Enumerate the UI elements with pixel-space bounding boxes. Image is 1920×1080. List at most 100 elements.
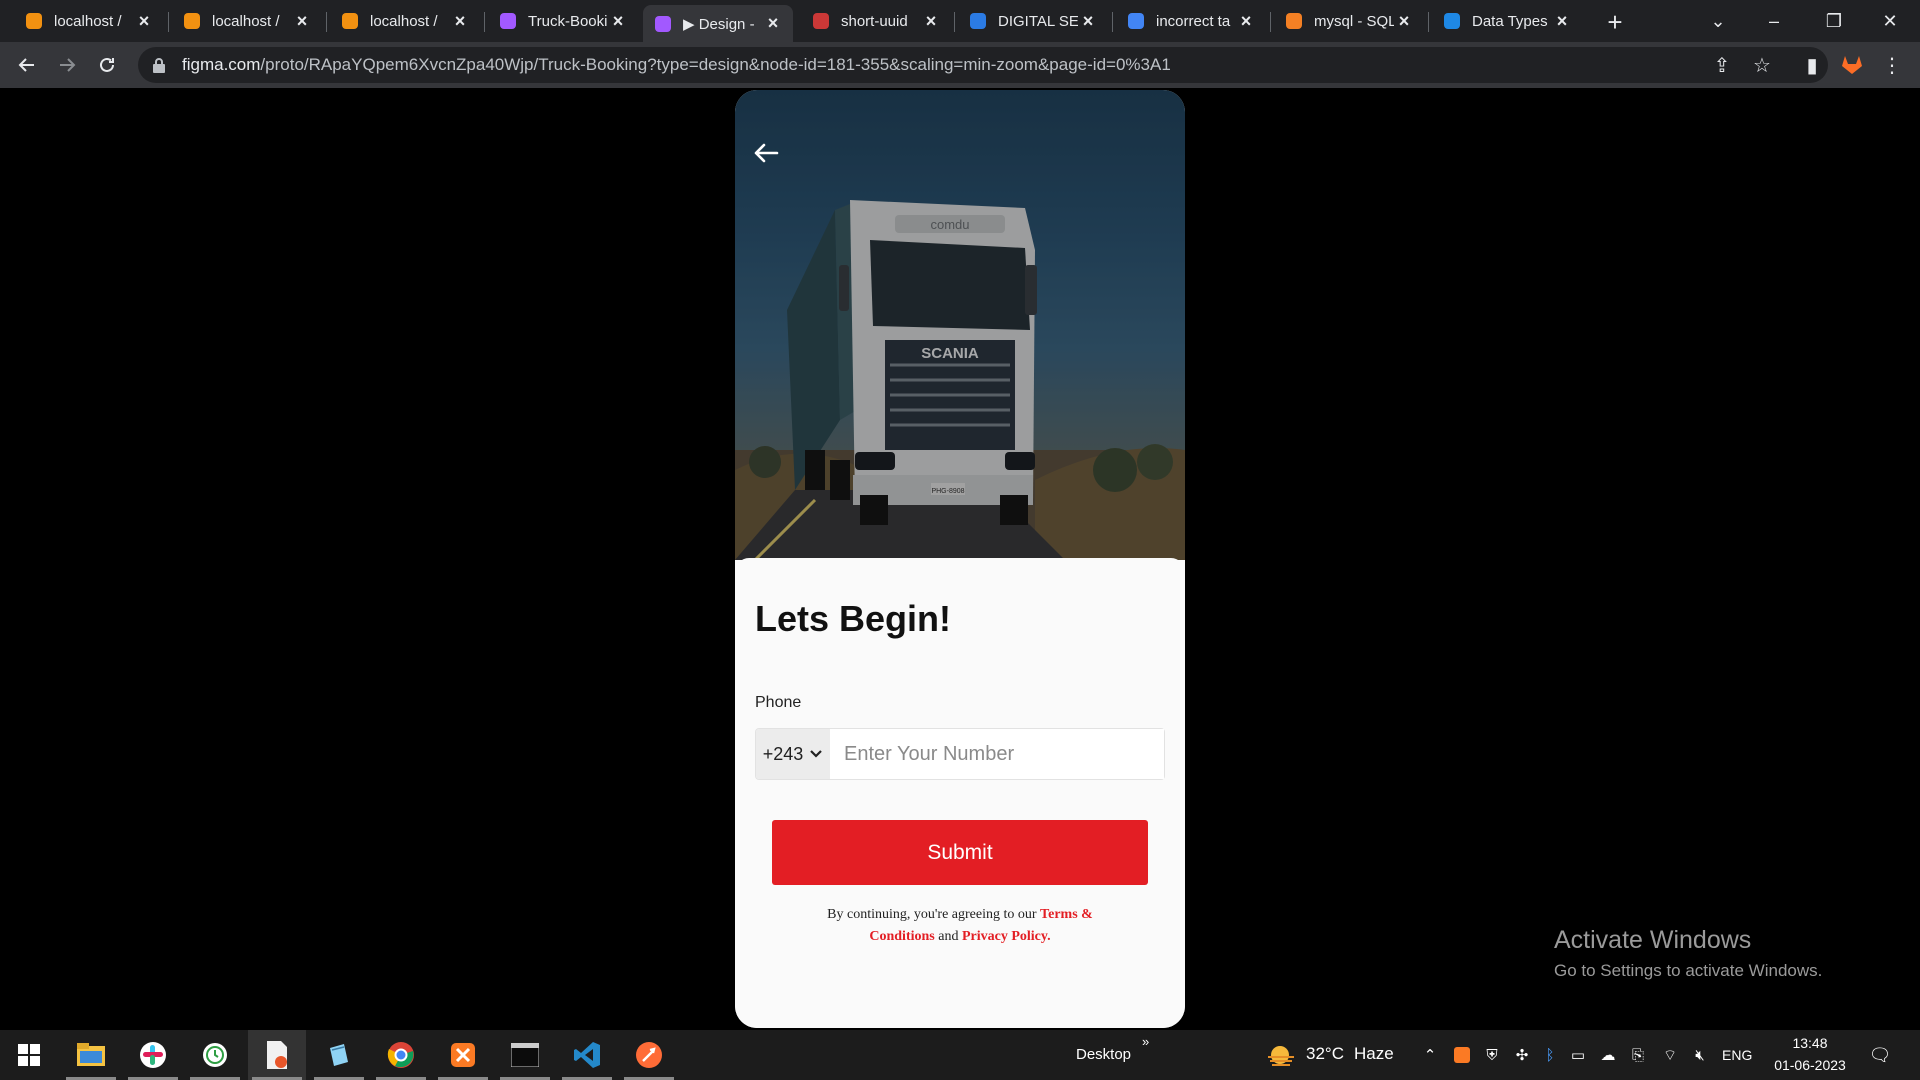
page-viewport: comdu SCANIA PHG-8908 Lets Begin! Phone …: [0, 88, 1920, 1030]
terminal-icon: [511, 1043, 539, 1067]
phpmyadmin-icon: [182, 11, 202, 31]
browser-tab[interactable]: incorrect ta ×: [1116, 4, 1266, 38]
bluetooth-icon[interactable]: ᛒ: [1540, 1045, 1560, 1065]
taskbar-document-app[interactable]: [248, 1030, 306, 1080]
browser-tab[interactable]: localhost / ×: [330, 4, 480, 38]
windows-start-icon: [18, 1044, 40, 1066]
document-app-icon: [267, 1041, 287, 1069]
back-button[interactable]: [11, 49, 43, 81]
xampp-icon: [451, 1043, 475, 1067]
submit-button[interactable]: Submit: [772, 820, 1148, 885]
browser-tab[interactable]: DIGITAL SEI ×: [958, 4, 1108, 38]
tab-close-icon[interactable]: ×: [1078, 11, 1098, 31]
address-bar[interactable]: figma.com/proto/RApaYQpem6XvcnZpa40Wjp/T…: [138, 47, 1828, 83]
browser-tab[interactable]: ▶ Design - ×: [643, 5, 793, 42]
browser-tab[interactable]: mysql - SQL ×: [1274, 4, 1424, 38]
browser-tab-bar: localhost / × localhost / × localhost / × Truc…: [0, 0, 1920, 42]
taskbar-slack[interactable]: [124, 1030, 182, 1080]
tab-close-icon[interactable]: ×: [608, 11, 628, 31]
cloud-sync-icon[interactable]: ☁: [1598, 1045, 1618, 1065]
forward-button[interactable]: [51, 49, 83, 81]
tab-title: localhost /: [212, 12, 280, 30]
browser-tab[interactable]: short-uuid ×: [801, 4, 951, 38]
tab-separator: [484, 12, 485, 32]
tab-search-icon[interactable]: ⌄: [1690, 4, 1746, 38]
clock-app-icon: [203, 1043, 227, 1067]
wifi-icon[interactable]: ⌔: [1660, 1045, 1680, 1065]
taskbar-notepad[interactable]: [310, 1030, 368, 1080]
phpmyadmin-icon: [340, 11, 360, 31]
tab-close-icon[interactable]: ×: [1394, 11, 1414, 31]
side-panel-icon[interactable]: ▮: [1798, 51, 1826, 79]
npm-icon: [811, 11, 831, 31]
tab-separator: [1270, 12, 1271, 32]
taskbar-chrome[interactable]: [372, 1030, 430, 1080]
tab-close-icon[interactable]: ×: [450, 11, 470, 31]
share-icon[interactable]: ⇪: [1708, 51, 1736, 79]
taskbar-clock-app[interactable]: [186, 1030, 244, 1080]
browser-tab[interactable]: localhost / ×: [14, 4, 164, 38]
menu-kebab-icon[interactable]: ⋮: [1878, 51, 1906, 79]
privacy-link[interactable]: Privacy Policy.: [962, 929, 1051, 944]
tab-separator: [326, 12, 327, 32]
chrome-icon: [387, 1042, 414, 1068]
postman-icon: [636, 1042, 662, 1068]
taskbar-file-explorer[interactable]: [62, 1030, 120, 1080]
taskbar-vscode[interactable]: [558, 1030, 616, 1080]
tab-separator: [954, 12, 955, 32]
weather-icon[interactable]: [1266, 1045, 1296, 1066]
close-window-icon[interactable]: ✕: [1862, 4, 1918, 38]
taskbar-postman[interactable]: [620, 1030, 678, 1080]
show-hidden-icons-chevron-icon[interactable]: ⌃: [1420, 1045, 1440, 1065]
meet-now-icon[interactable]: ⎘: [1628, 1045, 1648, 1065]
desktop-toolbar-label[interactable]: Desktop: [1076, 1046, 1131, 1063]
browser-tab[interactable]: Truck-Booki ×: [488, 4, 638, 38]
security-shield-icon[interactable]: ⛨: [1482, 1045, 1502, 1065]
reload-button[interactable]: [91, 49, 123, 81]
clock-time[interactable]: 13:48: [1768, 1035, 1852, 1051]
file-explorer-icon: [77, 1043, 105, 1066]
tab-close-icon[interactable]: ×: [1236, 11, 1256, 31]
tab-close-icon[interactable]: ×: [921, 11, 941, 31]
browser-tab[interactable]: localhost / ×: [172, 4, 322, 38]
tab-separator: [1428, 12, 1429, 32]
stackoverflow-icon: [1284, 11, 1304, 31]
windows-start-button[interactable]: [0, 1030, 58, 1080]
weather-temp[interactable]: 32°C: [1306, 1044, 1344, 1064]
browser-tab[interactable]: Data Types ×: [1432, 4, 1582, 38]
tab-title: Truck-Booki: [528, 12, 608, 30]
battery-icon[interactable]: ▭: [1568, 1045, 1588, 1065]
tab-close-icon[interactable]: ×: [292, 11, 312, 31]
desktop-expand-icon[interactable]: »: [1142, 1034, 1149, 1049]
notification-center-icon[interactable]: 🗨︎: [1868, 1045, 1892, 1065]
tab-title: localhost /: [370, 12, 438, 30]
back-arrow-icon[interactable]: [749, 136, 783, 170]
tab-title: localhost /: [54, 12, 122, 30]
language-indicator[interactable]: ENG: [1722, 1047, 1752, 1063]
tab-title: DIGITAL SEI: [998, 12, 1078, 30]
taskbar-terminal[interactable]: [496, 1030, 554, 1080]
slack-tray-icon[interactable]: ✣: [1512, 1045, 1532, 1065]
tab-separator: [1112, 12, 1113, 32]
country-code-dropdown[interactable]: +243: [756, 729, 830, 779]
tab-close-icon[interactable]: ×: [763, 13, 783, 34]
restore-icon[interactable]: ❐: [1806, 4, 1862, 38]
bookmark-star-icon[interactable]: ☆: [1748, 51, 1776, 79]
gitlab-extension-icon[interactable]: [1838, 51, 1866, 79]
phone-number-input[interactable]: [830, 729, 1164, 779]
tab-title: ▶ Design -: [683, 15, 755, 33]
reload-icon: [100, 57, 114, 72]
minimize-icon[interactable]: –: [1746, 4, 1802, 38]
tab-close-icon[interactable]: ×: [1552, 11, 1572, 31]
tab-separator: [168, 12, 169, 32]
clock-date[interactable]: 01-06-2023: [1768, 1057, 1852, 1073]
taskbar-xampp[interactable]: [434, 1030, 492, 1080]
watermark-title: Activate Windows: [1554, 926, 1752, 954]
weather-condition[interactable]: Haze: [1354, 1044, 1394, 1064]
tab-title: short-uuid: [841, 12, 908, 30]
phone-label: Phone: [755, 694, 802, 711]
volume-muted-icon[interactable]: 🔇︎: [1690, 1045, 1710, 1065]
tab-close-icon[interactable]: ×: [134, 11, 154, 31]
new-tab-button[interactable]: +: [1600, 7, 1630, 37]
xampp-tray-icon[interactable]: [1452, 1045, 1472, 1065]
